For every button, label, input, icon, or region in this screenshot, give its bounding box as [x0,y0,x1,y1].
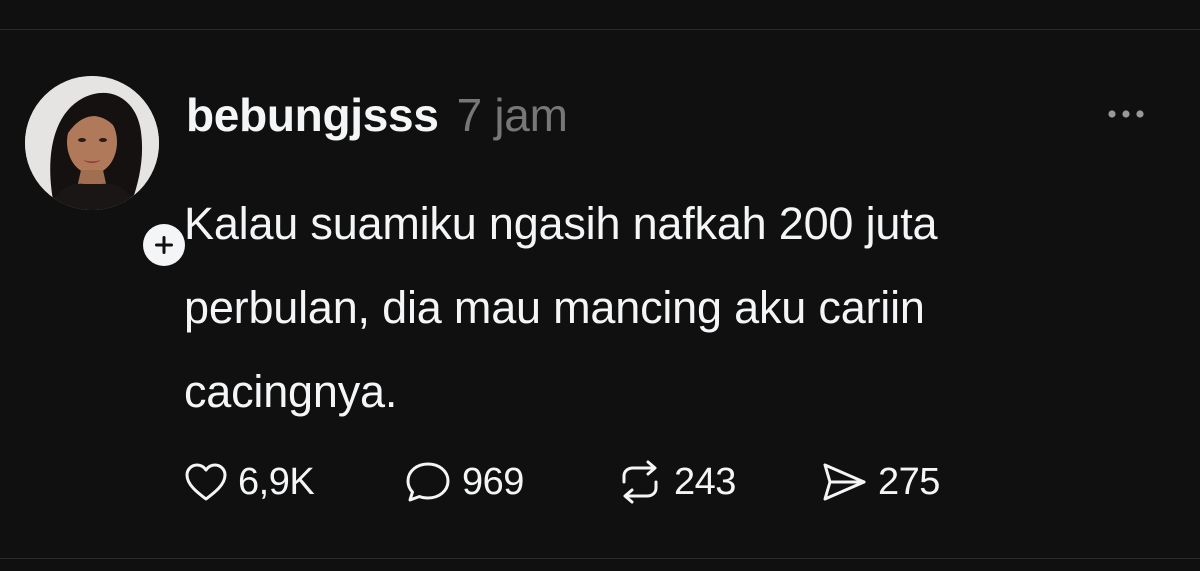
post-header: bebungjsss 7 jam [186,88,568,144]
share-count: 275 [878,460,940,503]
more-options-button[interactable] [1098,96,1154,132]
post-text-line: cacingnya. [184,366,398,417]
post-actions: 6,9K 969 243 275 [184,452,980,512]
repost-arrows-icon [622,460,658,504]
heart-icon [185,463,227,501]
thread-post: bebungjsss 7 jam Kalau suamiku ngasih na… [0,30,1200,558]
like-button[interactable]: 6,9K [184,461,404,504]
follow-badge-circle [143,224,185,266]
reply-count: 969 [462,460,524,503]
repost-button[interactable]: 243 [616,460,820,504]
avatar-photo [25,76,159,210]
bottom-divider [0,558,1200,559]
like-count: 6,9K [238,460,315,503]
share-button[interactable]: 275 [820,460,980,504]
avatar[interactable] [25,76,159,210]
post-time: 7 jam [456,89,568,141]
comment-bubble-icon [406,462,450,502]
username[interactable]: bebungjsss [186,88,439,142]
reply-button[interactable]: 969 [404,460,616,504]
post-text: Kalau suamiku ngasih nafkah 200 juta per… [184,182,1174,434]
avatar-container[interactable] [25,76,190,271]
post-text-line: perbulan, dia mau mancing aku cariin [184,282,925,333]
plus-icon [155,236,173,254]
more-horizontal-icon [1108,110,1144,118]
post-text-line: Kalau suamiku ngasih nafkah 200 juta [184,198,938,249]
send-icon [823,463,866,501]
repost-count: 243 [674,460,736,503]
follow-button[interactable] [138,219,190,271]
